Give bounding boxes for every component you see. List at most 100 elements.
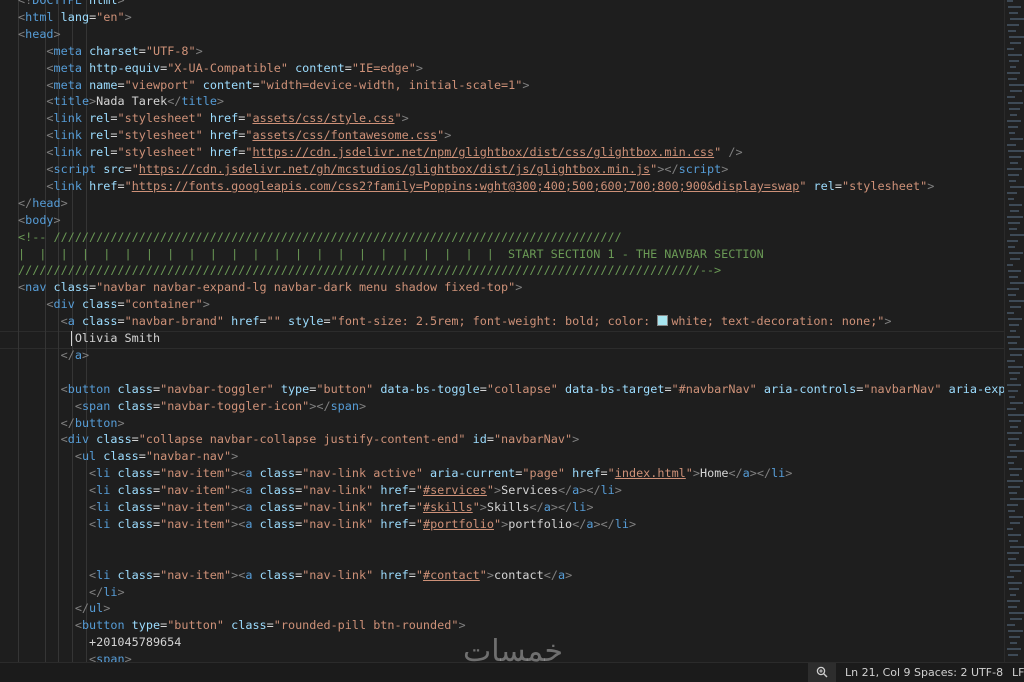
zoom-icon[interactable] xyxy=(808,663,836,682)
code-line[interactable]: <title>Nada Tarek</title> xyxy=(18,93,224,110)
minimap-line xyxy=(1010,378,1017,380)
code-token: " xyxy=(415,500,423,514)
code-line[interactable]: <li class="nav-item"><a class="nav-link … xyxy=(18,465,792,482)
code-token: > xyxy=(415,60,423,75)
code-token: span xyxy=(96,652,125,662)
code-token: #skills xyxy=(422,500,473,514)
code-line[interactable]: <meta charset="UTF-8"> xyxy=(18,43,202,60)
code-token: link xyxy=(53,178,82,193)
code-line[interactable]: <meta http-equiv = "X-UA-Compatible" conte… xyxy=(18,60,423,77)
code-token: "nav-link" xyxy=(302,567,374,582)
minimap-line xyxy=(1008,606,1017,608)
minimap-line xyxy=(1009,132,1015,134)
code-token: a xyxy=(543,500,551,514)
code-line[interactable]: </button> xyxy=(18,415,125,432)
code-line[interactable]: <link rel="stylesheet" href="assets/css/… xyxy=(18,110,408,127)
code-line[interactable]: </a> xyxy=(18,347,89,364)
code-line[interactable]: <link rel="stylesheet" href="https://cdn… xyxy=(18,144,742,161)
code-token: class xyxy=(81,297,118,312)
code-line[interactable]: <!DOCTYPE html> xyxy=(18,0,125,9)
code-line[interactable]: <button type="button" class="rounded-pil… xyxy=(18,617,466,634)
minimap-line xyxy=(1009,156,1021,158)
code-token: "nav-item" xyxy=(160,567,232,582)
minimap-line xyxy=(1007,72,1020,74)
code-line[interactable]: <div class="collapse navbar-collapse jus… xyxy=(18,431,580,448)
code-line[interactable]: | | | | | | | | | | | | | | | | | | | | … xyxy=(18,246,764,263)
code-token: name xyxy=(89,77,118,92)
code-line[interactable]: <html lang="en"> xyxy=(18,9,132,26)
code-line[interactable]: <li class="nav-item"><a class="nav-link"… xyxy=(18,482,622,499)
code-line[interactable]: <!-- ///////////////////////////////////… xyxy=(18,229,622,246)
minimap-line xyxy=(1009,396,1015,398)
code-token: head xyxy=(25,26,54,41)
indentation-setting[interactable]: Spaces: 2 xyxy=(914,663,967,682)
minimap-line xyxy=(1008,558,1016,560)
code-token: a xyxy=(557,567,566,582)
code-line[interactable]: <li class="nav-item"><a class="nav-link"… xyxy=(18,499,593,516)
code-line[interactable]: </li> xyxy=(18,584,125,601)
code-token: meta xyxy=(53,60,82,75)
cursor-position[interactable]: Ln 21, Col 9 xyxy=(845,663,911,682)
code-line[interactable]: Olivia Smith xyxy=(18,330,160,347)
code-line[interactable]: <link href="https://fonts.googleapis.com… xyxy=(18,178,934,195)
code-line[interactable]: <a class="navbar-brand" href="" style="f… xyxy=(18,313,892,330)
color-swatch-icon[interactable] xyxy=(657,315,669,327)
code-token: </ xyxy=(167,94,182,109)
code-line[interactable]: <li class="nav-item"><a class="nav-link"… xyxy=(18,567,572,584)
code-line[interactable]: <li class="nav-item"><a class="nav-link"… xyxy=(18,516,636,533)
code-line[interactable]: </ul> xyxy=(18,600,111,617)
code-token: > xyxy=(216,94,225,109)
minimap-line xyxy=(1010,18,1024,20)
code-token: ></ xyxy=(309,398,331,413)
minimap-line xyxy=(1009,612,1024,614)
code-line[interactable]: <link rel="stylesheet" href="assets/css/… xyxy=(18,127,451,144)
minimap[interactable] xyxy=(1004,0,1024,662)
minimap-line xyxy=(1008,630,1023,632)
code-line[interactable]: <span> xyxy=(18,651,132,662)
code-line[interactable]: ////////////////////////////////////////… xyxy=(18,262,721,279)
code-token: li xyxy=(614,516,629,531)
code-line[interactable]: <span class="navbar-toggler-icon"></span… xyxy=(18,398,366,415)
code-token: class xyxy=(259,516,296,531)
minimap-line xyxy=(1009,84,1024,86)
code-line[interactable]: <body> xyxy=(18,212,61,229)
minimap-line xyxy=(1009,588,1019,590)
code-line[interactable]: </head> xyxy=(18,195,68,212)
code-line[interactable]: <div class="container"> xyxy=(18,296,209,313)
code-token: < xyxy=(46,43,54,58)
code-line[interactable]: <script src="https://cdn.jsdelivr.net/gh… xyxy=(18,161,728,178)
code-token: span xyxy=(81,398,111,413)
minimap-line xyxy=(1009,492,1017,494)
code-line[interactable]: <meta name="viewport" content="width=dev… xyxy=(18,77,529,94)
code-editor[interactable]: <!DOCTYPE html> <html lang="en"> <head> <m… xyxy=(0,0,1004,662)
code-line[interactable]: +201045789654 xyxy=(18,634,181,651)
encoding-setting[interactable]: UTF-8 xyxy=(971,663,1003,682)
minimap-line xyxy=(1008,390,1018,392)
code-token: = xyxy=(408,567,416,582)
code-token: https://cdn.jsdelivr.net/gh/mcstudios/gl… xyxy=(138,162,651,176)
code-line[interactable]: <head> xyxy=(18,26,61,43)
minimap-line xyxy=(1007,240,1018,242)
minimap-line xyxy=(1008,510,1015,512)
code-token: </ xyxy=(529,500,544,514)
code-token: type xyxy=(131,618,161,633)
line-ending-setting[interactable]: LF xyxy=(1012,663,1024,682)
code-token: = xyxy=(124,162,132,176)
code-line[interactable]: <ul class="navbar-nav"> xyxy=(18,448,238,465)
code-token: "UTF-8" xyxy=(145,43,196,58)
code-line[interactable]: <button class = "navbar-toggler" type = "but… xyxy=(18,381,1004,398)
code-line[interactable]: <nav class="navbar navbar-expand-lg navb… xyxy=(18,279,522,296)
code-token: id xyxy=(472,432,487,447)
code-token: #services xyxy=(422,483,487,498)
code-token: "IE=edge" xyxy=(351,60,416,75)
code-token: = xyxy=(600,466,608,481)
